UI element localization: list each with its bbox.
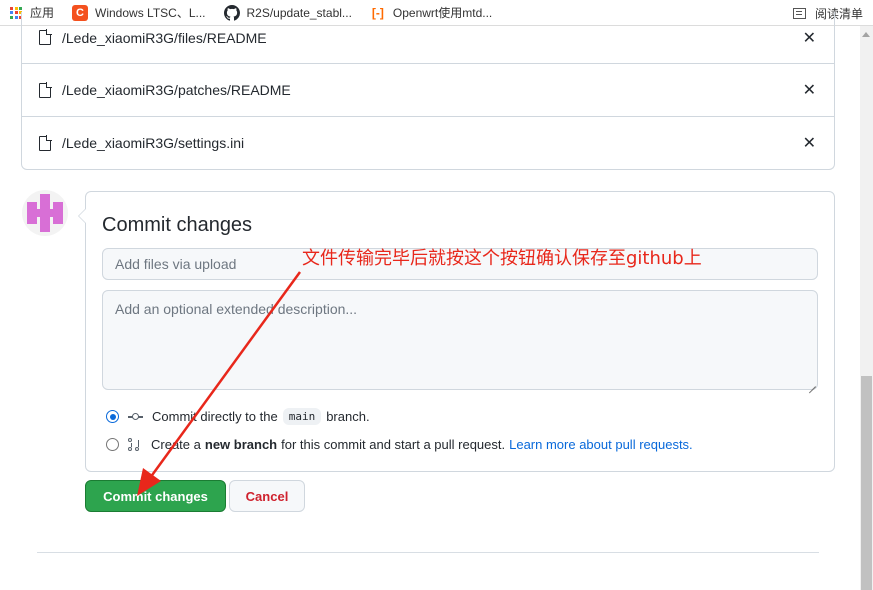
branch-name: main [282,408,322,425]
commit-directly-radio[interactable] [106,410,119,423]
commit-directly-prefix: Commit directly to the [152,409,278,424]
commit-title: Commit changes [102,214,253,236]
learn-more-link[interactable]: Learn more about pull requests. [509,437,693,452]
file-path: /Lede_xiaomiR3G/files/README [62,29,267,46]
file-row: /Lede_xiaomiR3G/files/README ✕ [22,12,834,63]
new-branch-radio[interactable] [106,438,119,451]
scroll-thumb[interactable] [861,376,872,590]
commit-directly-suffix: branch. [326,409,370,424]
git-commit-icon [128,412,143,422]
file-icon [39,81,52,98]
commit-changes-button[interactable]: Commit changes [85,480,226,512]
git-pull-request-icon [128,437,140,452]
cancel-button[interactable]: Cancel [229,480,305,512]
file-path: /Lede_xiaomiR3G/patches/README [62,82,291,98]
annotation-text: 文件传输完毕后就按这个按钮确认保存至github上 [302,248,702,269]
file-icon [39,134,52,151]
divider [37,552,819,553]
new-branch-middle: for this commit and start a pull request… [281,437,506,452]
page-scrollbar[interactable] [860,26,873,590]
file-icon [39,29,52,45]
file-row: /Lede_xiaomiR3G/settings.ini ✕ [22,116,834,169]
remove-file-icon[interactable]: ✕ [803,80,816,100]
commit-description-input[interactable] [102,290,818,390]
textarea-resize-handle[interactable] [808,379,816,387]
remove-file-icon[interactable]: ✕ [803,28,816,48]
file-row: /Lede_xiaomiR3G/patches/README ✕ [22,63,834,116]
commit-changes-form: Commit changes Commit directly to the ma… [78,191,835,472]
file-path: /Lede_xiaomiR3G/settings.ini [62,135,245,151]
new-branch-bold: new branch [204,437,278,452]
commit-directly-option[interactable]: Commit directly to the main branch. [106,408,370,425]
scroll-up-icon[interactable] [862,32,870,37]
uploaded-file-list: /Lede_xiaomiR3G/files/README ✕ /Lede_xia… [21,12,835,170]
remove-file-icon[interactable]: ✕ [803,133,816,153]
new-branch-prefix: Create a [151,437,201,452]
avatar[interactable] [22,190,68,236]
new-branch-option[interactable]: Create a new branch for this commit and … [106,437,693,452]
